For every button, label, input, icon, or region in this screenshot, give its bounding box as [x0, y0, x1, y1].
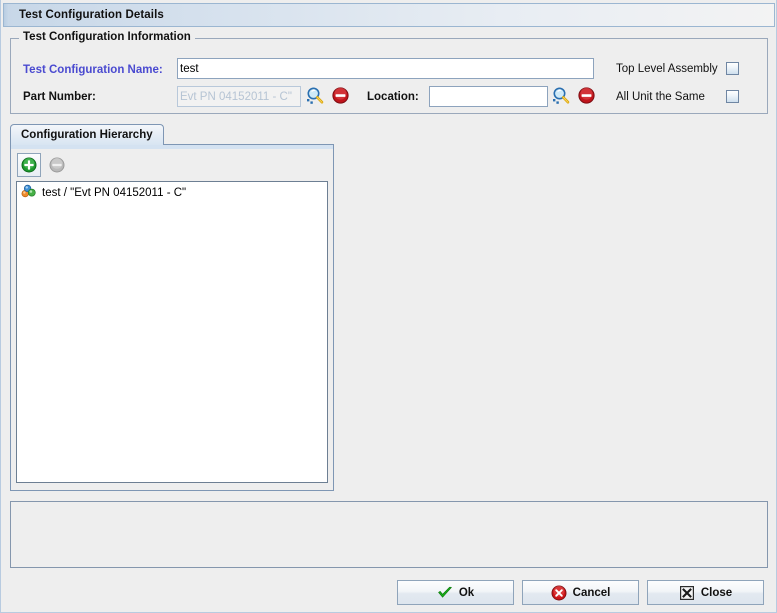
close-button[interactable]: Close: [647, 580, 764, 605]
test-configuration-name-input[interactable]: [177, 58, 594, 79]
group-legend: Test Configuration Information: [19, 31, 195, 43]
cancel-button-label: Cancel: [572, 586, 611, 599]
top-level-assembly-label: Top Level Assembly: [616, 63, 718, 75]
remove-circle-icon: [49, 157, 65, 173]
top-level-assembly-checkbox[interactable]: [726, 62, 739, 75]
tab-panel-body: test / "Evt PN 04152011 - C": [10, 144, 334, 491]
tree-toolbar: [17, 153, 69, 177]
close-box-icon: [679, 585, 695, 601]
part-number-input[interactable]: [177, 86, 301, 107]
window-titlebar: Test Configuration Details: [3, 3, 775, 27]
green-check-icon: [437, 585, 453, 601]
location-label: Location:: [367, 91, 419, 103]
ok-button[interactable]: Ok: [397, 580, 514, 605]
part-number-remove-icon[interactable]: [331, 86, 350, 105]
location-remove-icon[interactable]: [577, 86, 596, 105]
tree-node[interactable]: test / "Evt PN 04152011 - C": [17, 182, 327, 203]
remove-node-button: [45, 153, 69, 177]
tree-node-label: test / "Evt PN 04152011 - C": [42, 186, 187, 199]
add-circle-icon: [21, 157, 37, 173]
test-configuration-name-label: Test Configuration Name:: [23, 64, 163, 76]
tab-strip: Configuration Hierarchy: [10, 124, 334, 145]
ok-button-label: Ok: [458, 586, 475, 599]
tab-panel-highlight: [11, 145, 333, 149]
assembly-nodes-icon: [21, 184, 37, 201]
red-error-circle-icon: [551, 585, 567, 601]
window-title: Test Configuration Details: [19, 9, 164, 21]
location-magnifier-icon[interactable]: [551, 86, 570, 105]
tab-configuration-hierarchy[interactable]: Configuration Hierarchy: [10, 124, 164, 145]
details-panel: [10, 501, 768, 568]
part-number-label: Part Number:: [23, 91, 96, 103]
location-input[interactable]: [429, 86, 548, 107]
all-unit-the-same-checkbox[interactable]: [726, 90, 739, 103]
all-unit-the-same-label: All Unit the Same: [616, 91, 705, 103]
tab-label: Configuration Hierarchy: [21, 129, 153, 141]
part-number-magnifier-icon[interactable]: [305, 86, 324, 105]
cancel-button[interactable]: Cancel: [522, 580, 639, 605]
dialog-window: Test Configuration Details Test Configur…: [0, 0, 777, 613]
test-configuration-information-group: Test Configuration Information Test Conf…: [10, 31, 768, 114]
close-button-label: Close: [700, 586, 733, 599]
dialog-button-bar: Ok Cancel Close: [1, 576, 777, 613]
configuration-hierarchy-tree[interactable]: test / "Evt PN 04152011 - C": [16, 181, 328, 483]
add-node-button[interactable]: [17, 153, 41, 177]
